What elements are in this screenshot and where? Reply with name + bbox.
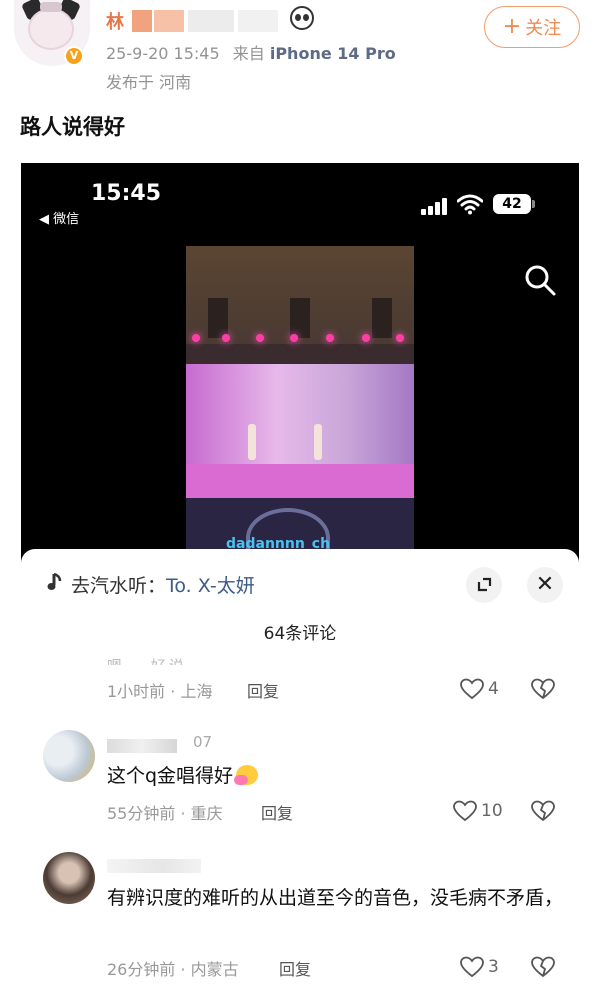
comment-text-truncated: 嗯… 好说… [107,655,205,665]
like-button[interactable]: 3 [460,955,499,979]
commenter-name-suffix[interactable]: 07 [193,733,212,751]
post-text: 路人说得好 [20,115,125,139]
comment-time-location: 26分钟前 · 内蒙古 [107,960,239,979]
broken-heart-icon[interactable] [531,955,555,979]
comment-text: 有辨识度的难听的从出道至今的音色，没毛病不矛盾， [107,887,564,909]
username-initial: 林 [106,12,124,33]
like-button[interactable]: 10 [453,799,503,823]
commenter-avatar[interactable] [43,730,95,782]
username-mosaic [238,10,278,32]
reply-button[interactable]: 回复 [247,678,279,702]
search-icon [525,265,556,296]
signal-icon [421,197,451,215]
comment-body: 这个q金唱得好 [107,765,234,787]
plus-icon: + [502,14,522,39]
expand-button[interactable] [466,567,502,603]
music-prefix: 去汽水听： [71,575,167,597]
expand-icon [477,577,492,592]
avatar-bow [40,2,62,12]
like-button[interactable]: 4 [460,677,499,701]
username[interactable]: 林 [106,6,278,36]
comment-text: 这个q金唱得好 [107,761,259,791]
heart-icon [453,800,477,822]
post-timestamp: 25-9-20 15:45 [106,44,220,63]
heart-icon [460,678,484,700]
post-meta: 25-9-20 15:45 来自 iPhone 14 Pro [106,40,396,64]
comment-time-location: 1小时前 · 上海 [107,682,213,701]
commenter-name-mosaic[interactable] [107,739,177,753]
broken-heart-icon[interactable] [531,799,555,823]
music-note-icon [47,573,62,590]
hug-emoji-icon [234,765,259,785]
panda-icon [290,6,314,30]
like-count: 4 [488,679,499,699]
back-to-wechat: ◀ 微信 [39,212,80,227]
comment-time-location: 55分钟前 · 重庆 [107,804,223,823]
commenter-avatar[interactable] [43,852,95,904]
username-mosaic [132,10,152,32]
battery-icon: 42 [493,194,535,214]
commenter-name-mosaic[interactable] [107,859,201,873]
post-device[interactable]: iPhone 14 Pro [270,44,396,63]
like-count: 3 [488,957,499,977]
post-location: 发布于 河南 [106,73,192,92]
comment-sheet: 去汽水听：To. X-太妍 ✕ 64条评论 嗯… 好说… 1小时前 · 上海 回… [21,549,579,991]
username-mosaic [188,10,234,32]
status-bar-time: 15:45 [91,181,162,206]
verified-badge-icon: V [64,46,84,66]
wifi-icon [457,194,483,215]
post-from-label: 来自 [232,44,265,63]
music-link[interactable]: 去汽水听：To. X-太妍 [71,571,255,598]
username-mosaic [154,10,184,32]
heart-icon [460,956,484,978]
follow-label: 关注 [525,18,562,39]
avatar-face [28,8,74,50]
music-track: To. X-太妍 [166,575,255,597]
broken-heart-icon[interactable] [531,677,555,701]
like-count: 10 [481,801,503,821]
follow-button[interactable]: + 关注 [484,6,580,48]
reply-button[interactable]: 回复 [279,956,311,980]
close-button[interactable]: ✕ [527,567,563,603]
comment-count: 64条评论 [263,624,337,644]
reply-button[interactable]: 回复 [261,800,293,824]
concert-video-frame: dadannnn_ch [186,246,414,552]
